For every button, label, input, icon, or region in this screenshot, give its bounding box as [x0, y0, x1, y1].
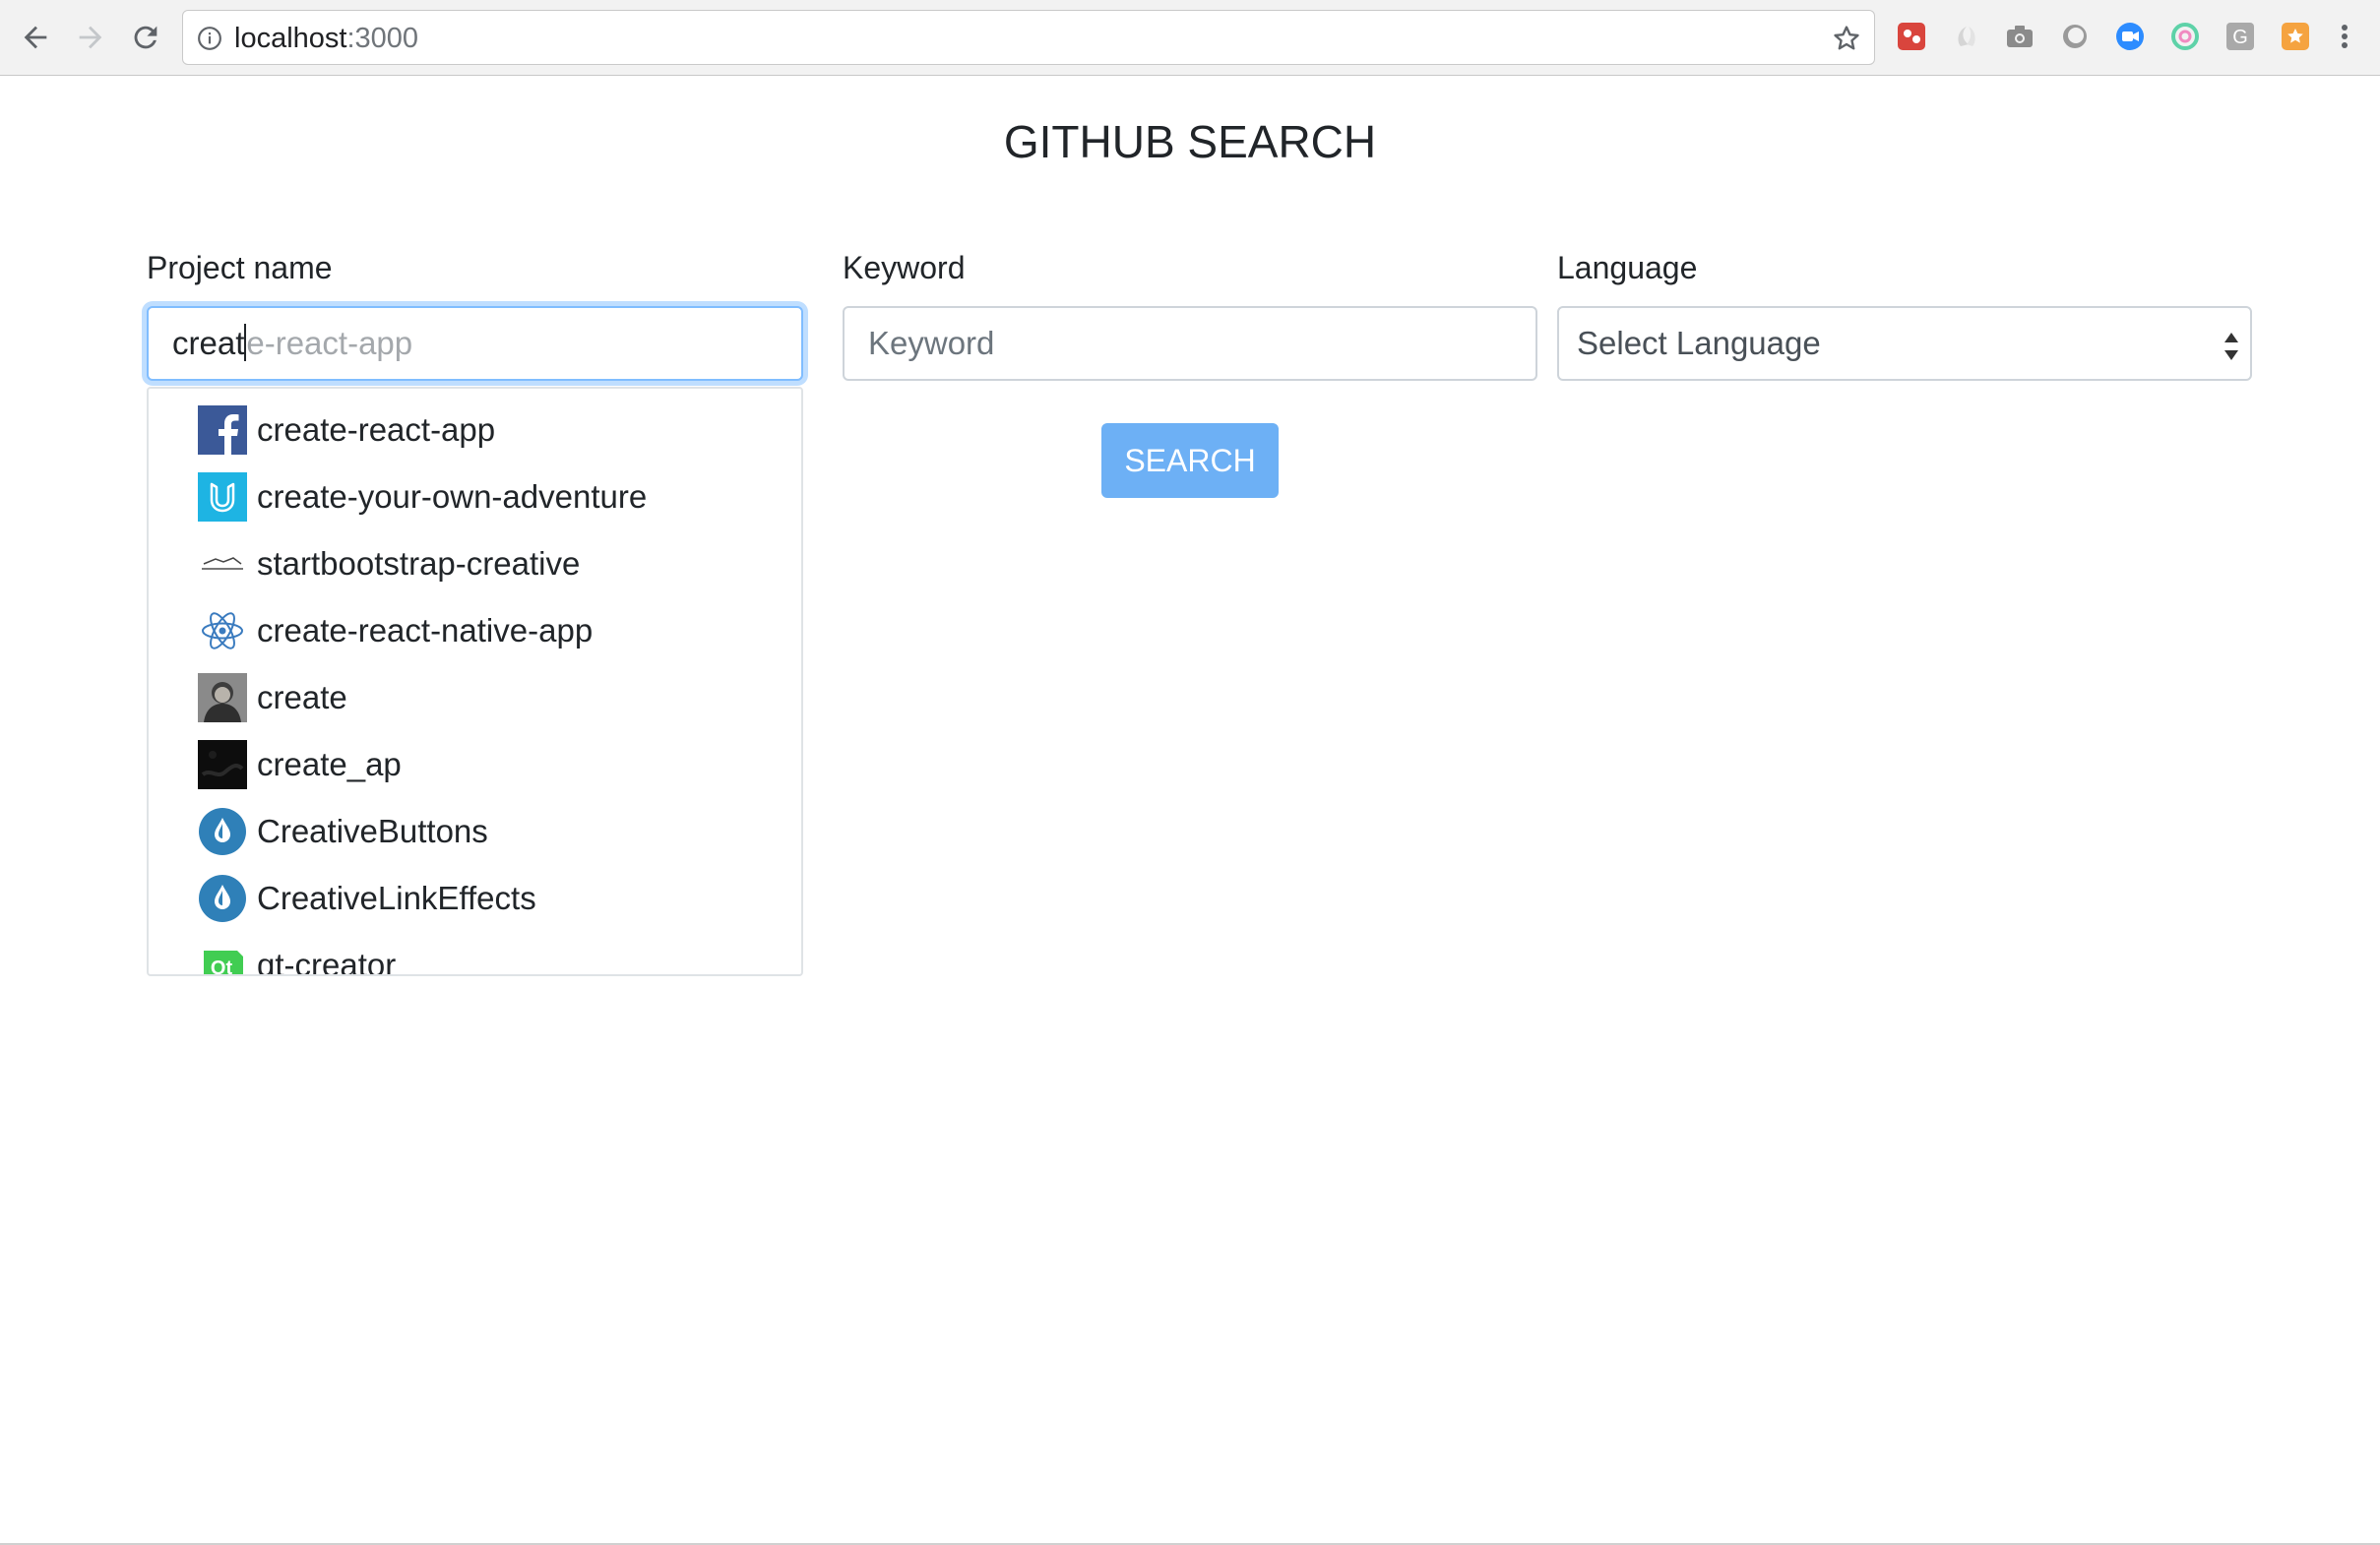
browser-toolbar: localhost:3000 G — [0, 0, 2380, 76]
project-name-typed: creat — [172, 325, 245, 361]
udacity-logo-icon — [198, 472, 247, 522]
suggestion-item[interactable]: startbootstrap-creative — [198, 530, 788, 597]
info-icon[interactable] — [197, 26, 222, 51]
blackrock-logo-icon — [198, 539, 247, 588]
back-button[interactable] — [10, 10, 61, 65]
keyword-input[interactable]: Keyword — [843, 306, 1537, 381]
ring-ext-icon[interactable] — [2169, 21, 2201, 52]
suggestion-item[interactable]: create-react-app — [198, 397, 788, 464]
autocomplete-dropdown[interactable]: create-react-app create-your-own-adventu… — [147, 387, 803, 976]
forward-arrow-icon — [79, 26, 102, 49]
video-ext-icon[interactable] — [2114, 21, 2146, 52]
suggestion-item[interactable]: create-your-own-adventure — [198, 464, 788, 530]
keyword-placeholder: Keyword — [868, 325, 995, 361]
suggestion-item[interactable]: create — [198, 664, 788, 731]
bookmark-star-icon[interactable] — [1831, 23, 1862, 54]
suggestion-name: CreativeButtons — [257, 813, 488, 849]
suggestion-item[interactable]: create_ap — [198, 731, 788, 798]
project-name-input[interactable]: create-react-app — [147, 306, 803, 381]
suggestion-name: create-react-app — [257, 411, 496, 448]
language-selected-value: Select Language — [1577, 325, 1821, 361]
reload-button[interactable] — [120, 10, 171, 65]
page-title: GITHUB SEARCH — [1003, 116, 1377, 167]
svg-text:Qt: Qt — [211, 958, 233, 976]
suggestion-item[interactable]: create-react-native-app — [198, 597, 788, 664]
select-arrows-icon — [2224, 333, 2238, 360]
suggestion-item[interactable]: CreativeButtons — [198, 798, 788, 865]
facebook-logo-icon — [198, 405, 247, 455]
suggestion-item[interactable]: Qt qt-creator — [198, 932, 788, 976]
language-label: Language — [1557, 250, 1698, 285]
codrops-logo-icon — [198, 807, 247, 856]
suggestion-name: create — [257, 679, 347, 715]
back-arrow-icon — [24, 26, 47, 49]
svg-text:G: G — [2232, 27, 2248, 48]
react-logo-icon — [198, 606, 247, 655]
address-bar[interactable]: localhost:3000 — [182, 10, 1875, 65]
suggestion-name: startbootstrap-creative — [257, 545, 581, 582]
suggestion-name: create-react-native-app — [257, 612, 594, 649]
search-button[interactable]: SEARCH — [1101, 423, 1279, 498]
suggestion-item[interactable]: CreativeLinkEffects — [198, 865, 788, 932]
qt-logo-icon: Qt — [198, 941, 247, 976]
suggestion-name: create-your-own-adventure — [257, 478, 648, 515]
orange-ext-icon[interactable] — [2280, 21, 2311, 52]
suggestion-name: CreativeLinkEffects — [257, 880, 536, 916]
ghost-ext-icon[interactable] — [1951, 21, 1982, 52]
keyword-label: Keyword — [843, 250, 966, 285]
camera-ext-icon[interactable] — [2004, 21, 2036, 52]
language-select[interactable]: Select Language — [1557, 306, 2252, 381]
project-name-label: Project name — [147, 250, 333, 285]
user-avatar-icon — [198, 673, 247, 722]
screenshot-ext-icon[interactable] — [1896, 21, 1927, 52]
forward-button[interactable] — [65, 10, 116, 65]
codrops-logo-icon — [198, 874, 247, 923]
g-ext-icon[interactable]: G — [2224, 21, 2256, 52]
autocomplete-hint: e-react-app — [246, 325, 413, 361]
suggestion-name: create_ap — [257, 746, 402, 782]
url-host: localhost — [234, 23, 347, 54]
circle-ext-icon[interactable] — [2059, 21, 2091, 52]
suggestion-name: qt-creator — [257, 947, 397, 976]
dark-avatar-icon — [198, 740, 247, 789]
menu-kebab-icon[interactable] — [2329, 21, 2360, 52]
url-port: :3000 — [346, 23, 419, 54]
url-text: localhost:3000 — [234, 23, 418, 54]
reload-icon — [134, 26, 157, 49]
